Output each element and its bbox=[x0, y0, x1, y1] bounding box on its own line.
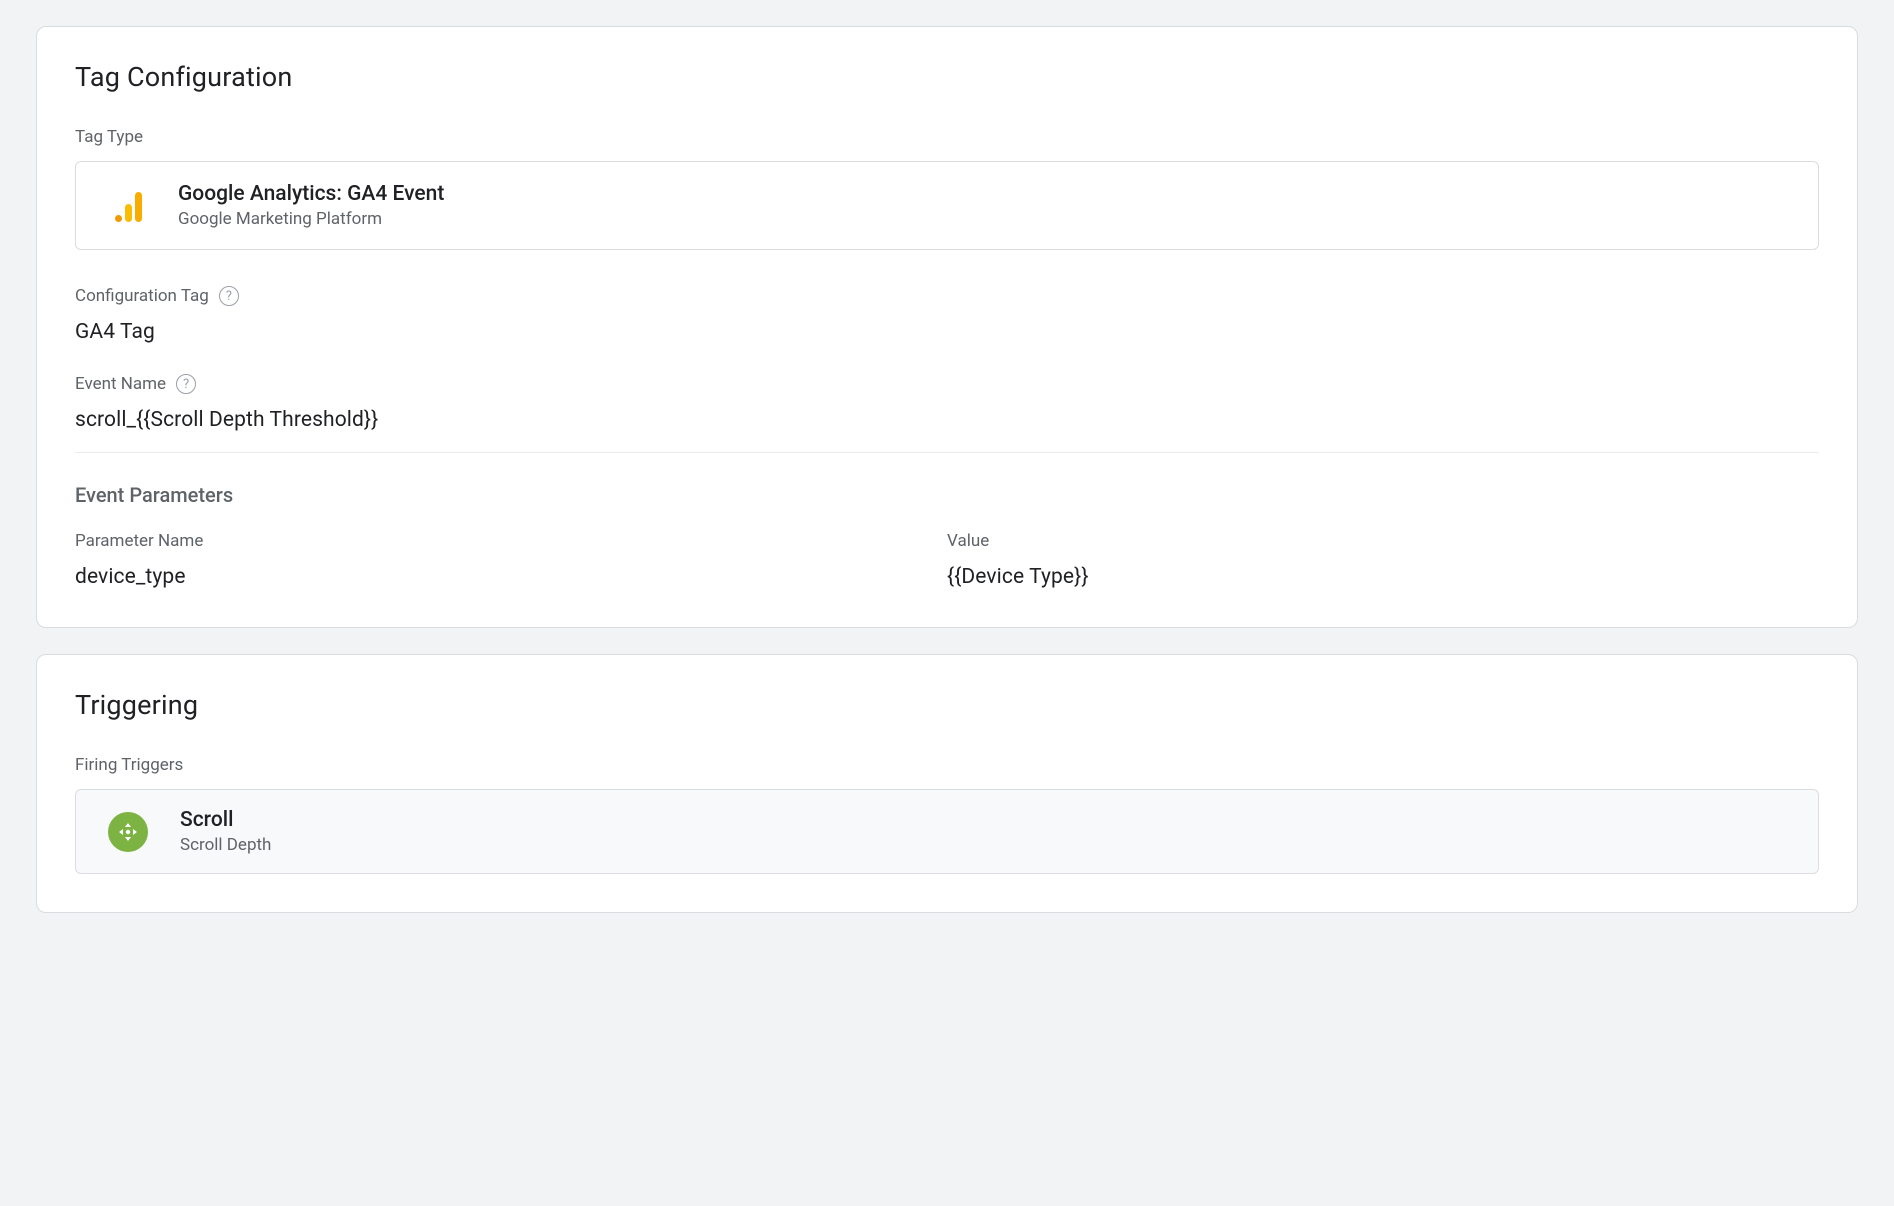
divider bbox=[75, 452, 1819, 453]
event-name-value: scroll_{{Scroll Depth Threshold}} bbox=[75, 408, 1819, 432]
google-analytics-icon bbox=[112, 190, 144, 222]
parameter-value-header: Value bbox=[947, 531, 1819, 551]
event-parameters-table: Parameter Name Value device_type {{Devic… bbox=[75, 531, 1819, 589]
tag-type-selector[interactable]: Google Analytics: GA4 Event Google Marke… bbox=[75, 161, 1819, 250]
tag-configuration-title: Tag Configuration bbox=[75, 61, 1819, 93]
configuration-tag-value: GA4 Tag bbox=[75, 320, 1819, 344]
scroll-depth-icon bbox=[108, 812, 148, 852]
event-parameters-heading: Event Parameters bbox=[75, 483, 1819, 507]
parameter-name-value: device_type bbox=[75, 565, 947, 589]
tag-configuration-card[interactable]: Tag Configuration Tag Type Google Analyt… bbox=[36, 26, 1858, 628]
parameter-value-value: {{Device Type}} bbox=[947, 565, 1819, 589]
event-name-label: Event Name ? bbox=[75, 374, 1819, 394]
help-icon[interactable]: ? bbox=[219, 286, 239, 306]
configuration-tag-label: Configuration Tag ? bbox=[75, 286, 1819, 306]
firing-trigger-row[interactable]: Scroll Scroll Depth bbox=[75, 789, 1819, 874]
trigger-name: Scroll bbox=[180, 808, 271, 832]
triggering-title: Triggering bbox=[75, 689, 1819, 721]
help-icon[interactable]: ? bbox=[176, 374, 196, 394]
tag-type-platform: Google Marketing Platform bbox=[178, 209, 444, 229]
trigger-type: Scroll Depth bbox=[180, 835, 271, 855]
tag-type-label: Tag Type bbox=[75, 127, 1819, 147]
parameter-name-header: Parameter Name bbox=[75, 531, 947, 551]
triggering-card[interactable]: Triggering Firing Triggers Scroll Scroll… bbox=[36, 654, 1858, 913]
firing-triggers-label: Firing Triggers bbox=[75, 755, 1819, 775]
tag-type-name: Google Analytics: GA4 Event bbox=[178, 182, 444, 206]
